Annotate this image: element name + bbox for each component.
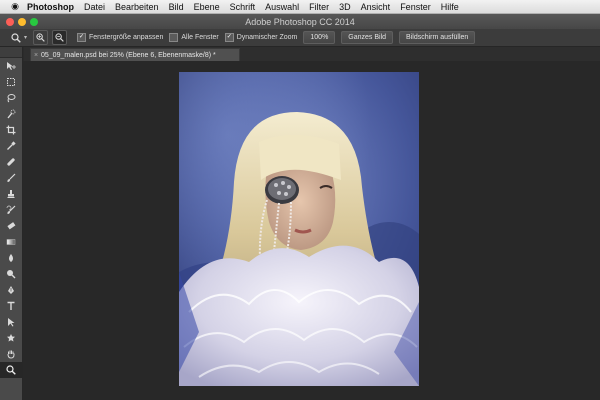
tool-preset-chevron-icon[interactable]: ▾ — [24, 34, 27, 41]
menu-bild[interactable]: Bild — [164, 2, 189, 12]
checkmark-icon: ✓ — [77, 33, 87, 42]
gradient-tool-icon[interactable] — [0, 234, 22, 250]
custom-shape-icon[interactable] — [0, 330, 22, 346]
close-tab-icon[interactable]: × — [31, 52, 41, 59]
menu-photoshop[interactable]: Photoshop — [22, 2, 79, 12]
menu-hilfe[interactable]: Hilfe — [436, 2, 464, 12]
menu-ansicht[interactable]: Ansicht — [356, 2, 396, 12]
eraser-tool-icon[interactable] — [0, 218, 22, 234]
menu-fenster[interactable]: Fenster — [395, 2, 436, 12]
quick-select-tool-icon[interactable] — [0, 106, 22, 122]
menu-3d[interactable]: 3D — [334, 2, 356, 12]
tools-panel-grip[interactable] — [0, 47, 22, 58]
hand-tool-icon[interactable] — [0, 346, 22, 362]
brush-tool-icon[interactable] — [0, 170, 22, 186]
menu-bearbeiten[interactable]: Bearbeiten — [110, 2, 164, 12]
menu-schrift[interactable]: Schrift — [225, 2, 261, 12]
options-bar: ▾ ✓ Fenstergröße anpassen Alle Fenster ✓… — [0, 29, 600, 47]
checkmark-icon: ✓ — [224, 33, 234, 42]
zoom-100-button[interactable]: 100% — [303, 31, 336, 44]
document-tab-bar: × 05_09_malen.psd bei 25% (Ebene 6, Eben… — [24, 47, 600, 62]
pen-tool-icon[interactable] — [0, 282, 22, 298]
marquee-tool-icon[interactable] — [0, 74, 22, 90]
clone-stamp-icon[interactable] — [0, 186, 22, 202]
document-tab[interactable]: × 05_09_malen.psd bei 25% (Ebene 6, Eben… — [30, 48, 240, 62]
resize-windows-checkbox[interactable]: ✓ Fenstergröße anpassen — [77, 33, 163, 42]
menu-filter[interactable]: Filter — [304, 2, 334, 12]
blur-tool-icon[interactable] — [0, 250, 22, 266]
fill-screen-button[interactable]: Bildschirm ausfüllen — [399, 31, 476, 44]
zoom-in-icon[interactable] — [33, 30, 49, 45]
zoom-tool-icon[interactable] — [0, 362, 22, 378]
window-title-bar: Adobe Photoshop CC 2014 — [0, 14, 600, 29]
crop-tool-icon[interactable] — [0, 122, 22, 138]
type-tool-icon[interactable] — [0, 298, 22, 314]
lasso-tool-icon[interactable] — [0, 90, 22, 106]
tools-panel — [0, 47, 23, 400]
zoom-out-icon[interactable] — [52, 30, 68, 45]
zoom-tool-icon[interactable] — [10, 32, 22, 44]
menu-auswahl[interactable]: Auswahl — [260, 2, 304, 12]
history-brush-icon[interactable] — [0, 202, 22, 218]
fit-screen-button[interactable]: Ganzes Bild — [341, 31, 394, 44]
eyedropper-tool-icon[interactable] — [0, 138, 22, 154]
healing-brush-icon[interactable] — [0, 154, 22, 170]
dodge-tool-icon[interactable] — [0, 266, 22, 282]
scrubby-zoom-checkbox[interactable]: ✓ Dynamischer Zoom — [224, 33, 297, 42]
all-windows-checkbox[interactable]: Alle Fenster — [169, 33, 219, 42]
document-tab-title: 05_09_malen.psd bei 25% (Ebene 6, Ebenen… — [41, 52, 216, 59]
move-tool-icon[interactable] — [0, 58, 22, 74]
menu-ebene[interactable]: Ebene — [189, 2, 225, 12]
window-title: Adobe Photoshop CC 2014 — [245, 16, 355, 27]
apple-icon[interactable]: ◉ — [8, 1, 22, 12]
artwork-image — [179, 72, 419, 386]
checkbox-empty-icon — [169, 33, 179, 42]
menu-bar: ◉ Photoshop Datei Bearbeiten Bild Ebene … — [0, 0, 600, 14]
menu-datei[interactable]: Datei — [79, 2, 110, 12]
path-select-icon[interactable] — [0, 314, 22, 330]
